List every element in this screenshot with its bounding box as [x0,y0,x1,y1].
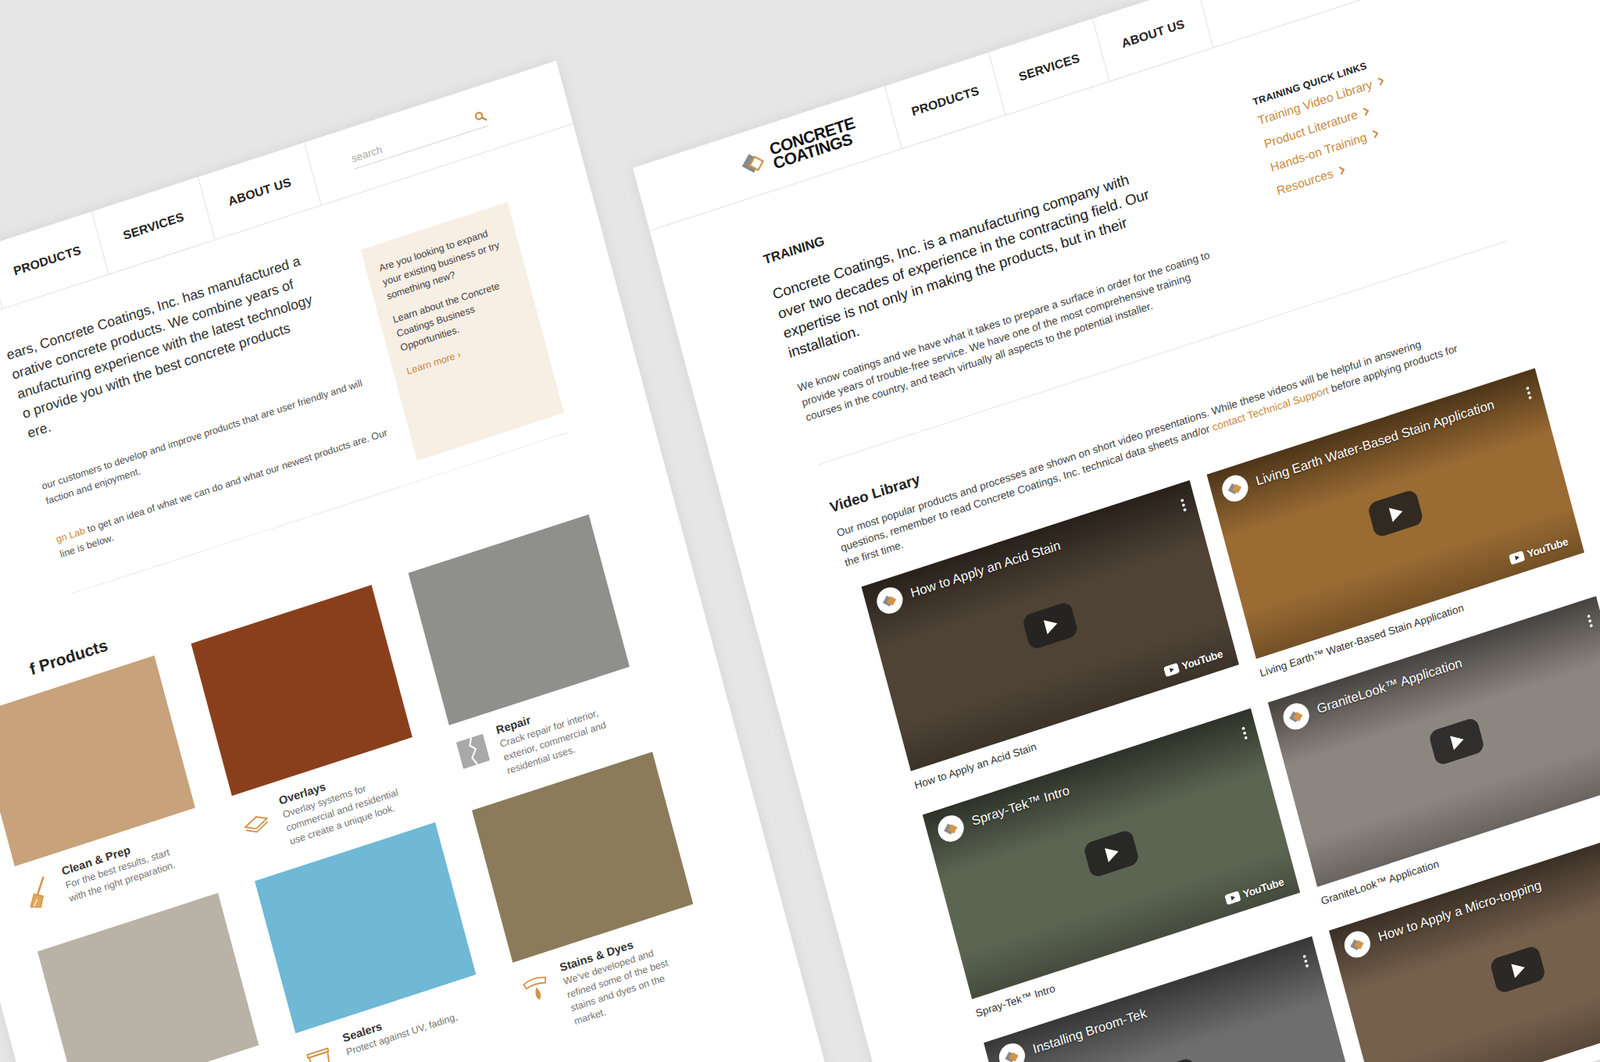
youtube-logo-icon [1163,662,1180,678]
mockup-canvas: PRODUCTSSERVICESABOUT USsearchears, Conc… [0,0,1600,1062]
channel-avatar-icon[interactable] [1217,471,1252,507]
play-button-icon[interactable] [1489,945,1547,996]
search-icon[interactable] [473,109,488,125]
product-card[interactable]: SealersProtect against UV, fading, [254,822,498,1062]
broom-icon [18,872,59,915]
nav-item[interactable]: SERVICES [92,176,215,274]
play-button-icon[interactable] [1082,828,1141,879]
video-title[interactable]: Spray-Tek™ Intro [969,728,1236,830]
channel-avatar-icon[interactable] [934,811,968,847]
product-image[interactable] [471,752,693,964]
nav-item[interactable]: ABOUT US [1092,0,1214,82]
channel-avatar-icon[interactable] [995,1039,1029,1062]
intro-paragraph: gn Lab to get an idea of what we can do … [54,420,409,563]
promo-box: Are you looking to expand your existing … [360,202,565,461]
video-title[interactable]: How to Apply a Micro-topping [1376,845,1600,947]
play-button-icon[interactable] [1428,717,1486,768]
product-card[interactable]: Stains & DyesWe've developed andrefined … [471,752,715,1043]
youtube-label: YouTube [1241,875,1286,901]
lead-line: over two decades of experience in the co… [775,152,1250,325]
nav-item[interactable]: ABOUT US [198,142,322,240]
product-image[interactable] [191,585,413,797]
search-cell: search [304,60,573,206]
logo[interactable]: CONCRETECOATINGS [632,85,902,231]
play-button-icon[interactable] [1143,1057,1202,1062]
channel-avatar-icon[interactable] [872,583,907,619]
nav-item[interactable]: PRODUCTS [0,211,109,309]
product-card[interactable]: OverlaysOverlay systems forcommercial an… [191,585,431,863]
chevron-right-icon [1376,75,1386,88]
intro-text: ears, Concrete Coatings, Inc. has manufa… [3,233,408,563]
search-placeholder: search [350,142,384,165]
channel-avatar-icon[interactable] [1340,927,1375,963]
youtube-logo-icon [1225,890,1242,906]
play-button-icon[interactable] [1021,600,1079,651]
chevron-right-icon [1337,164,1347,177]
youtube-label: YouTube [1525,535,1570,561]
stain-drop-icon [517,968,558,1011]
training-intro: TRAININGConcrete Coatings, Inc. is a man… [747,0,1600,425]
quick-links: TRAINING QUICK LINKSTraining Video Libra… [1250,53,1406,204]
nav-rest [1196,0,1600,47]
youtube-badge[interactable]: YouTube [1505,532,1574,569]
learn-more-link[interactable]: Learn more › [405,348,462,377]
youtube-badge[interactable]: YouTube [1160,645,1229,682]
youtube-label: YouTube [1180,647,1225,673]
chevron-right-icon [1370,128,1379,140]
play-button-icon[interactable] [1366,489,1425,540]
more-options-icon[interactable] [1524,384,1533,402]
video-player[interactable]: GraniteLook™ Application [1267,596,1600,887]
logo-text: CONCRETECOATINGS [767,115,861,172]
video-title[interactable]: Installing Broom-Tek [1031,957,1298,1058]
product-image[interactable] [0,655,196,867]
more-options-icon[interactable] [1178,496,1188,515]
nav-spacer [0,246,3,365]
more-options-icon[interactable] [1301,953,1311,971]
video-title[interactable]: GraniteLook™ Application [1314,617,1582,718]
more-options-icon[interactable] [1585,612,1594,630]
product-card[interactable] [37,892,281,1062]
product-grid: Clean & PrepFor the best results, startw… [0,488,797,1062]
channel-avatar-icon[interactable] [1279,699,1314,735]
product-image[interactable] [37,892,259,1062]
nav-item[interactable]: SERVICES [989,18,1110,115]
product-text: Stains & DyesWe've developed andrefined … [557,927,677,1029]
logo-mark-icon [735,144,772,183]
product-card[interactable]: RepairCrack repair for interior,exterior… [408,514,648,793]
product-image[interactable] [408,514,630,726]
youtube-badge[interactable]: YouTube [1221,873,1290,910]
search-field[interactable]: search [350,109,490,170]
product-card[interactable]: Clean & PrepFor the best results, startw… [0,655,214,933]
text-span: to get an idea of what we can do and wha… [83,426,390,536]
youtube-logo-icon [1508,550,1525,566]
more-options-icon[interactable] [1239,725,1249,743]
paragraph-line: line is below. [58,435,409,563]
chevron-right-icon [1361,105,1371,118]
product-image[interactable] [254,822,476,1034]
bucket-icon [300,1039,340,1062]
overlay-icon [235,801,276,843]
nav-item[interactable]: PRODUCTS [885,52,1006,149]
crack-icon [453,731,493,773]
video-player[interactable]: Spray-Tek™ Intro YouTube [922,708,1300,1000]
